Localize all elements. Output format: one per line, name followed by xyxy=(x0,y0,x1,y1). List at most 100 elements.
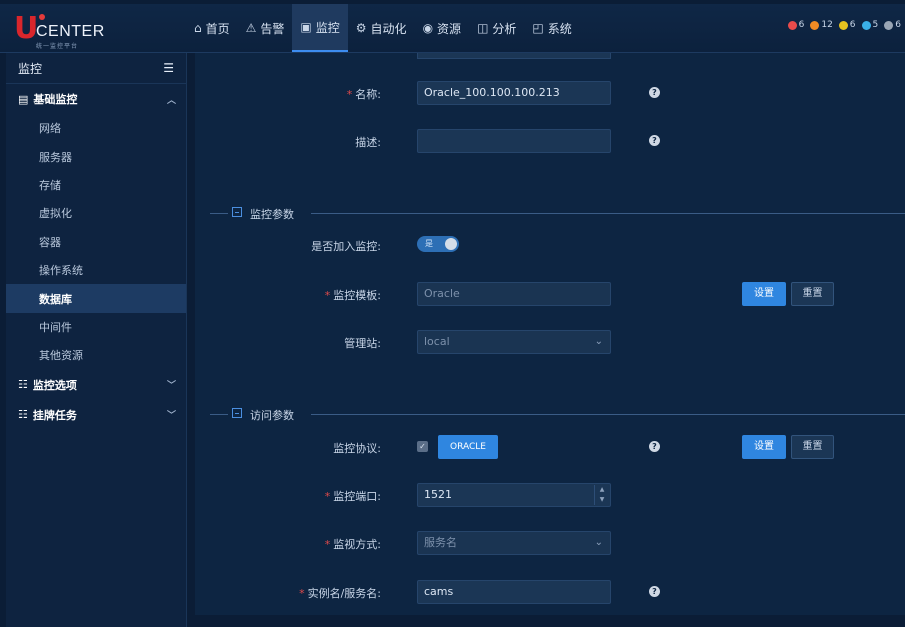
system-icon: ◰ xyxy=(532,21,544,35)
help-icon[interactable]: ? xyxy=(649,135,660,146)
alert-major-count[interactable]: 12 xyxy=(821,20,832,30)
stepper-icon[interactable]: ▲ ▼ xyxy=(594,485,609,505)
desc-label: 描述: xyxy=(355,136,381,149)
nav-alarm[interactable]: ⚠ 告警 xyxy=(238,4,293,52)
nav-label: 资源 xyxy=(437,21,462,36)
sidebar-header: 监控 ☰ xyxy=(6,53,186,84)
protocol-row: 监控协议: ✓ ORACLE ? 设置 重置 xyxy=(195,435,905,459)
alert-info-icon[interactable] xyxy=(884,20,894,30)
template-label: * 监控模板: xyxy=(324,289,381,302)
nav-label: 告警 xyxy=(260,21,285,36)
section-title: 监控参数 xyxy=(250,208,294,221)
nav-label: 分析 xyxy=(492,21,517,36)
template-reset-button[interactable]: 重置 xyxy=(791,282,834,306)
collapse-section-icon[interactable] xyxy=(232,408,242,418)
sidebar-item-container[interactable]: 容器 xyxy=(6,228,186,256)
toggle-knob xyxy=(445,238,457,250)
sidebar-item-os[interactable]: 操作系统 xyxy=(6,256,186,284)
sidebar-item-network[interactable]: 网络 xyxy=(6,114,186,142)
protocol-set-button[interactable]: 设置 xyxy=(742,435,786,459)
sidebar-title: 监控 xyxy=(18,61,43,76)
sidebar-item-server[interactable]: 服务器 xyxy=(6,142,186,170)
method-row: * 监视方式: 服务名 ⌄ xyxy=(195,531,905,555)
station-value: local xyxy=(424,335,450,348)
protocol-label: 监控协议: xyxy=(333,442,381,455)
top-bar: U CENTER 统一监控平台 ⌂ 首页 ⚠ 告警 ▣ 监控 ⚙ 自动化 ◉ 资源 ◫ 分析… xyxy=(0,4,905,53)
chevron-down-icon: ⌄ xyxy=(594,336,603,347)
divider xyxy=(210,213,228,214)
logo[interactable]: U CENTER 统一监控平台 xyxy=(14,11,114,51)
join-monitor-row: 是否加入监控: 是 xyxy=(195,233,905,257)
template-input[interactable]: Oracle xyxy=(417,282,611,306)
nav-system[interactable]: ◰ 系统 xyxy=(524,4,579,52)
chevron-down-icon: ﹀ xyxy=(166,381,176,392)
nav-label: 系统 xyxy=(547,21,572,36)
nav-analysis[interactable]: ◫ 分析 xyxy=(469,4,524,52)
help-icon[interactable]: ? xyxy=(649,586,660,597)
previous-field[interactable] xyxy=(417,53,611,59)
resource-icon: ◉ xyxy=(422,21,434,35)
method-value: 服务名 xyxy=(424,536,457,549)
alert-minor-icon[interactable] xyxy=(838,20,848,30)
alert-warning-icon[interactable] xyxy=(861,20,871,30)
method-label: * 监视方式: xyxy=(324,538,381,551)
station-select[interactable]: local ⌄ xyxy=(417,330,611,354)
sidebar-group-tag-tasks[interactable]: ☷ 挂牌任务 ﹀ xyxy=(6,400,186,430)
protocol-oracle-tag[interactable]: ORACLE xyxy=(438,435,498,459)
logo-dot-icon xyxy=(39,14,45,20)
name-label: * 名称: xyxy=(346,88,381,101)
name-input[interactable]: Oracle_100.100.100.213 xyxy=(417,81,611,105)
sidebar-group-label: 监控选项 xyxy=(32,378,77,392)
nav-automation[interactable]: ⚙ 自动化 xyxy=(348,4,415,52)
instance-input[interactable]: cams xyxy=(417,580,611,604)
nav-home[interactable]: ⌂ 首页 xyxy=(186,4,238,52)
chevron-down-icon: ﹀ xyxy=(166,411,176,422)
port-input[interactable]: 1521 ▲ ▼ xyxy=(417,483,611,507)
station-row: 管理站: local ⌄ xyxy=(195,330,905,354)
sidebar-item-virtualization[interactable]: 虚拟化 xyxy=(6,199,186,227)
alert-critical-icon[interactable] xyxy=(787,20,797,30)
station-label: 管理站: xyxy=(344,337,381,350)
previous-field-stub xyxy=(195,53,905,77)
alert-critical-count[interactable]: 6 xyxy=(799,20,805,30)
sidebar-item-database[interactable]: 数据库 xyxy=(6,284,186,313)
nav-monitor[interactable]: ▣ 监控 xyxy=(292,4,348,52)
sidebar-group-label: 挂牌任务 xyxy=(32,408,77,422)
sidebar-item-middleware[interactable]: 中间件 xyxy=(6,313,186,341)
protocol-checkbox[interactable]: ✓ xyxy=(417,441,428,452)
alert-counters: 6 12 6 5 6 xyxy=(787,20,905,30)
collapse-section-icon[interactable] xyxy=(232,207,242,217)
nav-resource[interactable]: ◉ 资源 xyxy=(415,4,470,52)
join-monitor-toggle[interactable]: 是 xyxy=(417,236,459,252)
alert-warning-count[interactable]: 5 xyxy=(873,20,879,30)
alert-info-count[interactable]: 6 xyxy=(895,20,901,30)
sidebar-item-storage[interactable]: 存储 xyxy=(6,171,186,199)
template-set-button[interactable]: 设置 xyxy=(742,282,786,306)
method-select[interactable]: 服务名 ⌄ xyxy=(417,531,611,555)
toggle-text: 是 xyxy=(425,239,433,248)
logo-mark: U xyxy=(14,11,39,46)
alert-minor-count[interactable]: 6 xyxy=(850,20,856,30)
divider xyxy=(311,213,905,214)
alert-major-icon[interactable] xyxy=(810,20,820,30)
sidebar-item-other[interactable]: 其他资源 xyxy=(6,341,186,369)
sidebar-group-monitor-options[interactable]: ☷ 监控选项 ﹀ xyxy=(6,370,186,400)
chevron-down-icon: ⌄ xyxy=(594,537,603,548)
protocol-reset-button[interactable]: 重置 xyxy=(791,435,834,459)
help-icon[interactable]: ? xyxy=(649,441,660,452)
logo-subtitle: 统一监控平台 xyxy=(36,43,79,50)
instance-row: * 实例名/服务名: cams ? xyxy=(195,580,905,604)
template-row: * 监控模板: Oracle 设置 重置 xyxy=(195,282,905,306)
port-label: * 监控端口: xyxy=(324,490,381,503)
desc-input[interactable] xyxy=(417,129,611,153)
nav-label: 监控 xyxy=(315,20,340,35)
tasks-icon: ☷ xyxy=(18,408,28,422)
help-icon[interactable]: ? xyxy=(649,87,660,98)
name-row: * 名称: Oracle_100.100.100.213 ? xyxy=(195,81,905,105)
desc-row: 描述: ? xyxy=(195,129,905,153)
sidebar-group-basic-monitor[interactable]: ▤ 基础监控 ︿ xyxy=(6,84,186,114)
section-monitor-params: 监控参数 xyxy=(210,205,905,221)
collapse-menu-icon[interactable]: ☰ xyxy=(163,61,174,75)
instance-label: * 实例名/服务名: xyxy=(299,587,381,600)
basic-monitor-icon: ▤ xyxy=(18,92,29,106)
